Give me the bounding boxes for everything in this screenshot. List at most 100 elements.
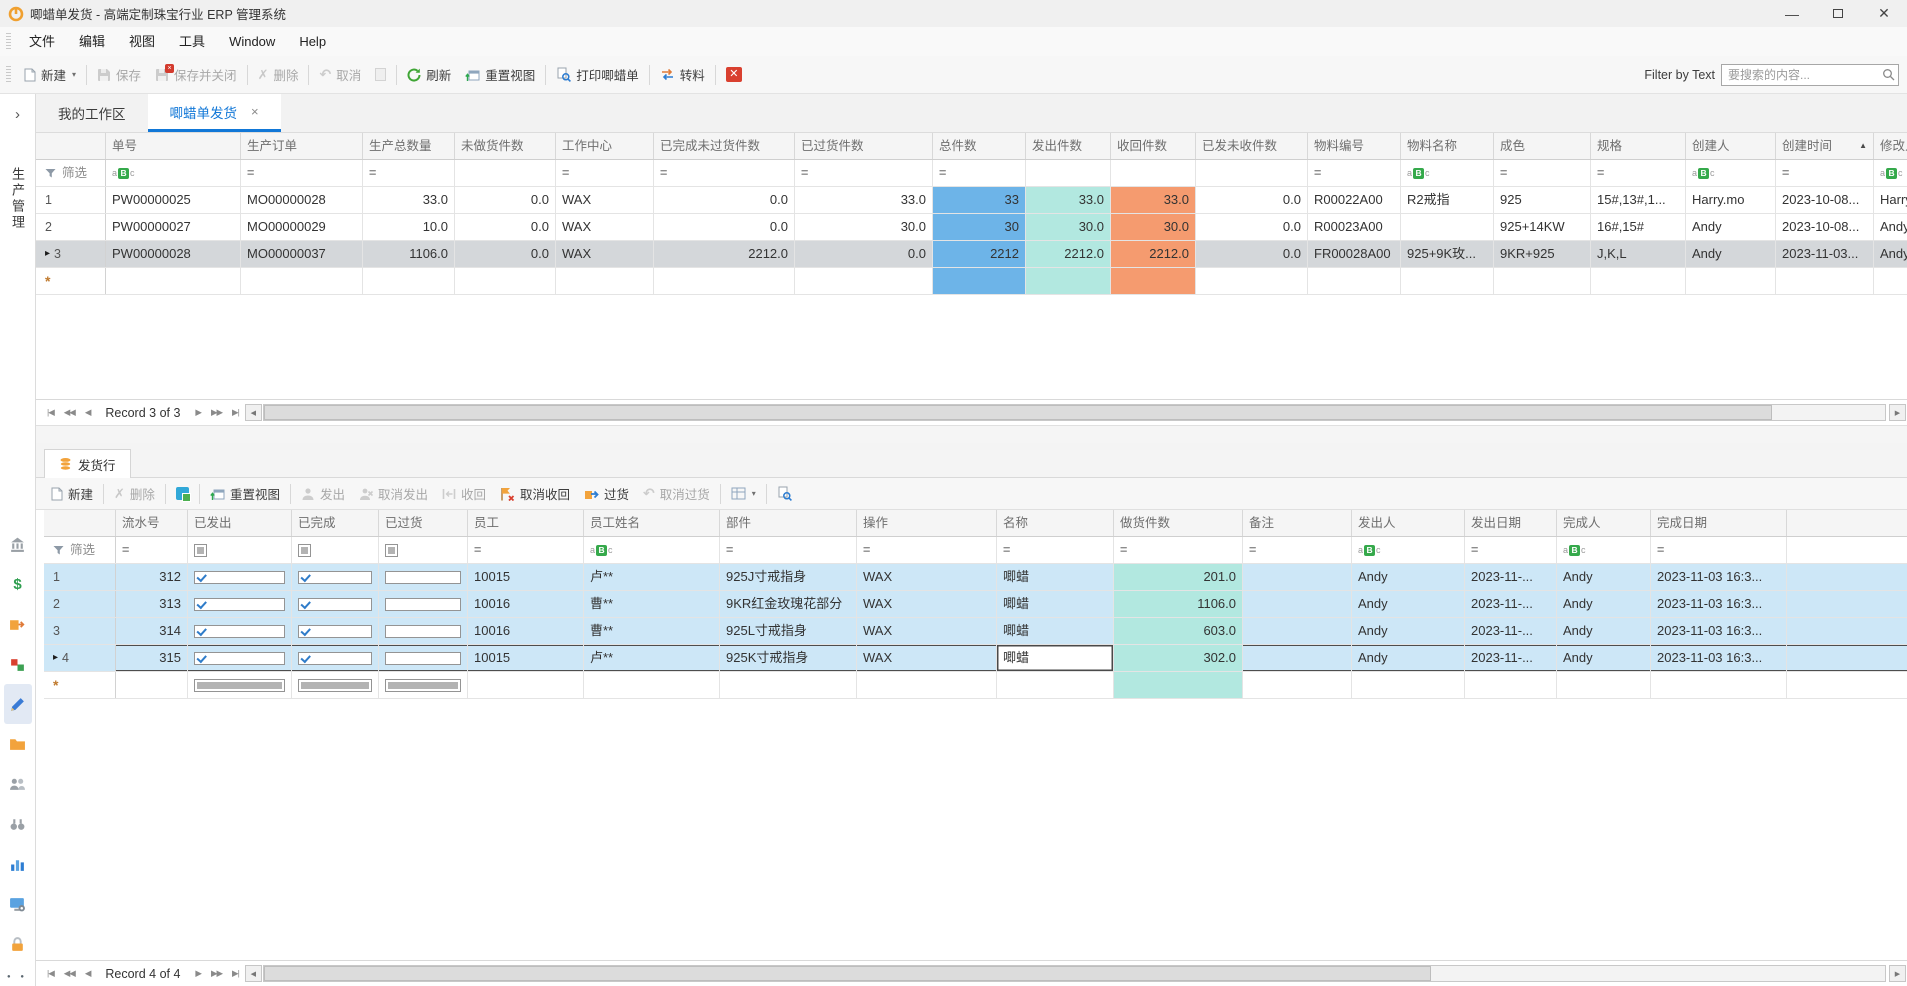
grid-cell[interactable]: 曹**	[584, 591, 720, 617]
grid-cell[interactable]: 10015	[468, 645, 584, 671]
new-row-cell[interactable]	[584, 672, 720, 698]
grid-cell[interactable]: 2023-11-03 16:3...	[1651, 564, 1787, 590]
cancel-button[interactable]: ↶ 取消	[312, 62, 368, 88]
grid-cell[interactable]: 1106.0	[1114, 591, 1243, 617]
grid-cell[interactable]: 33.0	[795, 187, 933, 213]
grid-cell[interactable]: Andy	[1557, 618, 1651, 644]
grid-cell[interactable]: 313	[116, 591, 188, 617]
security-lock-icon[interactable]	[4, 924, 32, 964]
new-row-cell[interactable]	[1874, 268, 1907, 294]
column-header-1[interactable]: 已发出	[188, 510, 292, 536]
new-row-cell[interactable]	[654, 268, 795, 294]
menu-tools[interactable]: 工具	[167, 27, 217, 56]
nav-next-button[interactable]: ▶	[190, 407, 206, 418]
grid-cell[interactable]: PW00000025	[106, 187, 241, 213]
cancel-recall-button[interactable]: 取消收回	[493, 481, 577, 507]
grid-cell[interactable]: 10016	[468, 618, 584, 644]
chevron-down-icon[interactable]: ▾	[752, 489, 756, 498]
filter-cell[interactable]: =	[1308, 160, 1401, 186]
report-chart-icon[interactable]	[4, 844, 32, 884]
new-row-indicator[interactable]: *	[36, 268, 106, 294]
grid-cell[interactable]	[292, 618, 379, 644]
new-row-cell[interactable]	[1243, 672, 1352, 698]
new-row-cell[interactable]	[106, 268, 241, 294]
grid-cell[interactable]: PW00000027	[106, 214, 241, 240]
grid-cell[interactable]: R00022A00	[1308, 187, 1401, 213]
new-row-cell[interactable]	[933, 268, 1026, 294]
grid-cell[interactable]: R00023A00	[1308, 214, 1401, 240]
new-row-cell[interactable]	[188, 672, 292, 698]
grid-cell[interactable]: WAX	[857, 591, 997, 617]
grid-cell[interactable]: WAX	[857, 564, 997, 590]
checkbox[interactable]	[194, 652, 285, 665]
filter-cell[interactable]: =	[933, 160, 1026, 186]
column-header-8[interactable]: 发出件数	[1026, 133, 1111, 159]
grid-corner-cell[interactable]	[44, 510, 116, 536]
pass-goods-button[interactable]: 过货	[577, 481, 636, 507]
grid-cell[interactable]	[188, 645, 292, 671]
filter-cell[interactable]: =	[795, 160, 933, 186]
column-header-7[interactable]: 操作	[857, 510, 997, 536]
checkbox[interactable]	[385, 679, 461, 692]
close-view-button[interactable]: ✕	[719, 62, 749, 88]
grid-cell[interactable]: 10015	[468, 564, 584, 590]
filter-cell[interactable]	[1196, 160, 1308, 186]
filter-cell[interactable]: aBc	[106, 160, 241, 186]
grid-cell[interactable]: Andy	[1557, 645, 1651, 671]
filter-cell[interactable]: aBc	[584, 537, 720, 563]
grid-cell[interactable]: 卢**	[584, 645, 720, 671]
grid-cell[interactable]: 312	[116, 564, 188, 590]
grid-cell[interactable]: Harry.mo	[1686, 187, 1776, 213]
expand-panel-icon[interactable]: ›	[15, 106, 20, 123]
new-row-cell[interactable]	[1494, 268, 1591, 294]
row-indicator[interactable]: 1	[44, 564, 116, 590]
grid-cell[interactable]: 16#,15#	[1591, 214, 1686, 240]
new-row-cell[interactable]	[455, 268, 556, 294]
grid-cell[interactable]: WAX	[857, 645, 997, 671]
scrollbar-thumb[interactable]	[264, 966, 1431, 981]
grid-cell[interactable]: 33.0	[1111, 187, 1196, 213]
column-header-2[interactable]: 生产总数量	[363, 133, 455, 159]
grid-cell[interactable]: MO00000028	[241, 187, 363, 213]
column-header-12[interactable]: 发出日期	[1465, 510, 1557, 536]
column-header-1[interactable]: 生产订单	[241, 133, 363, 159]
grid-cell[interactable]: 30.0	[1026, 214, 1111, 240]
filter-cell[interactable]: =	[241, 160, 363, 186]
menu-view[interactable]: 视图	[117, 27, 167, 56]
new-row-cell[interactable]	[1776, 268, 1874, 294]
preview-button[interactable]	[770, 481, 799, 507]
filter-cell[interactable]: =	[1494, 160, 1591, 186]
row-indicator[interactable]: 2	[36, 214, 106, 240]
cancel-pass-button[interactable]: ↶ 取消过货	[636, 481, 717, 507]
column-header-4[interactable]: 工作中心	[556, 133, 654, 159]
column-header-17[interactable]: 修改人	[1874, 133, 1907, 159]
filter-cell[interactable]: =	[363, 160, 455, 186]
filter-cell[interactable]	[455, 160, 556, 186]
column-header-9[interactable]: 收回件数	[1111, 133, 1196, 159]
scroll-left-button[interactable]: ◀	[245, 404, 262, 421]
cancel-send-button[interactable]: 取消发出	[352, 481, 435, 507]
checkbox[interactable]	[298, 598, 372, 611]
grid-cell[interactable]: 2023-11-...	[1465, 645, 1557, 671]
column-header-16[interactable]: 创建时间▲	[1776, 133, 1874, 159]
column-header-3[interactable]: 已过货	[379, 510, 468, 536]
send-out-icon[interactable]	[4, 604, 32, 644]
grid-cell[interactable]: MO00000037	[241, 241, 363, 267]
grid-cell[interactable]	[379, 564, 468, 590]
grid-cell[interactable]: 314	[116, 618, 188, 644]
new-row-cell[interactable]	[1557, 672, 1651, 698]
grid-cell[interactable]	[188, 591, 292, 617]
grid-cell[interactable]: 2023-10-08...	[1776, 214, 1874, 240]
grid-cell[interactable]: 33	[933, 187, 1026, 213]
grid-cell[interactable]: 925K寸戒指身	[720, 645, 857, 671]
grid-cell[interactable]: 0.0	[455, 187, 556, 213]
chevron-down-icon[interactable]: ▾	[72, 70, 76, 79]
layout-button[interactable]: ▾	[724, 481, 763, 507]
filter-cell[interactable]: =	[556, 160, 654, 186]
status-icon[interactable]	[4, 644, 32, 684]
grid-cell[interactable]: 曹**	[584, 618, 720, 644]
grid-cell[interactable]	[188, 564, 292, 590]
new-row-cell[interactable]	[795, 268, 933, 294]
grid-cell[interactable]: FR00028A00	[1308, 241, 1401, 267]
grid-cell[interactable]: 0.0	[455, 241, 556, 267]
